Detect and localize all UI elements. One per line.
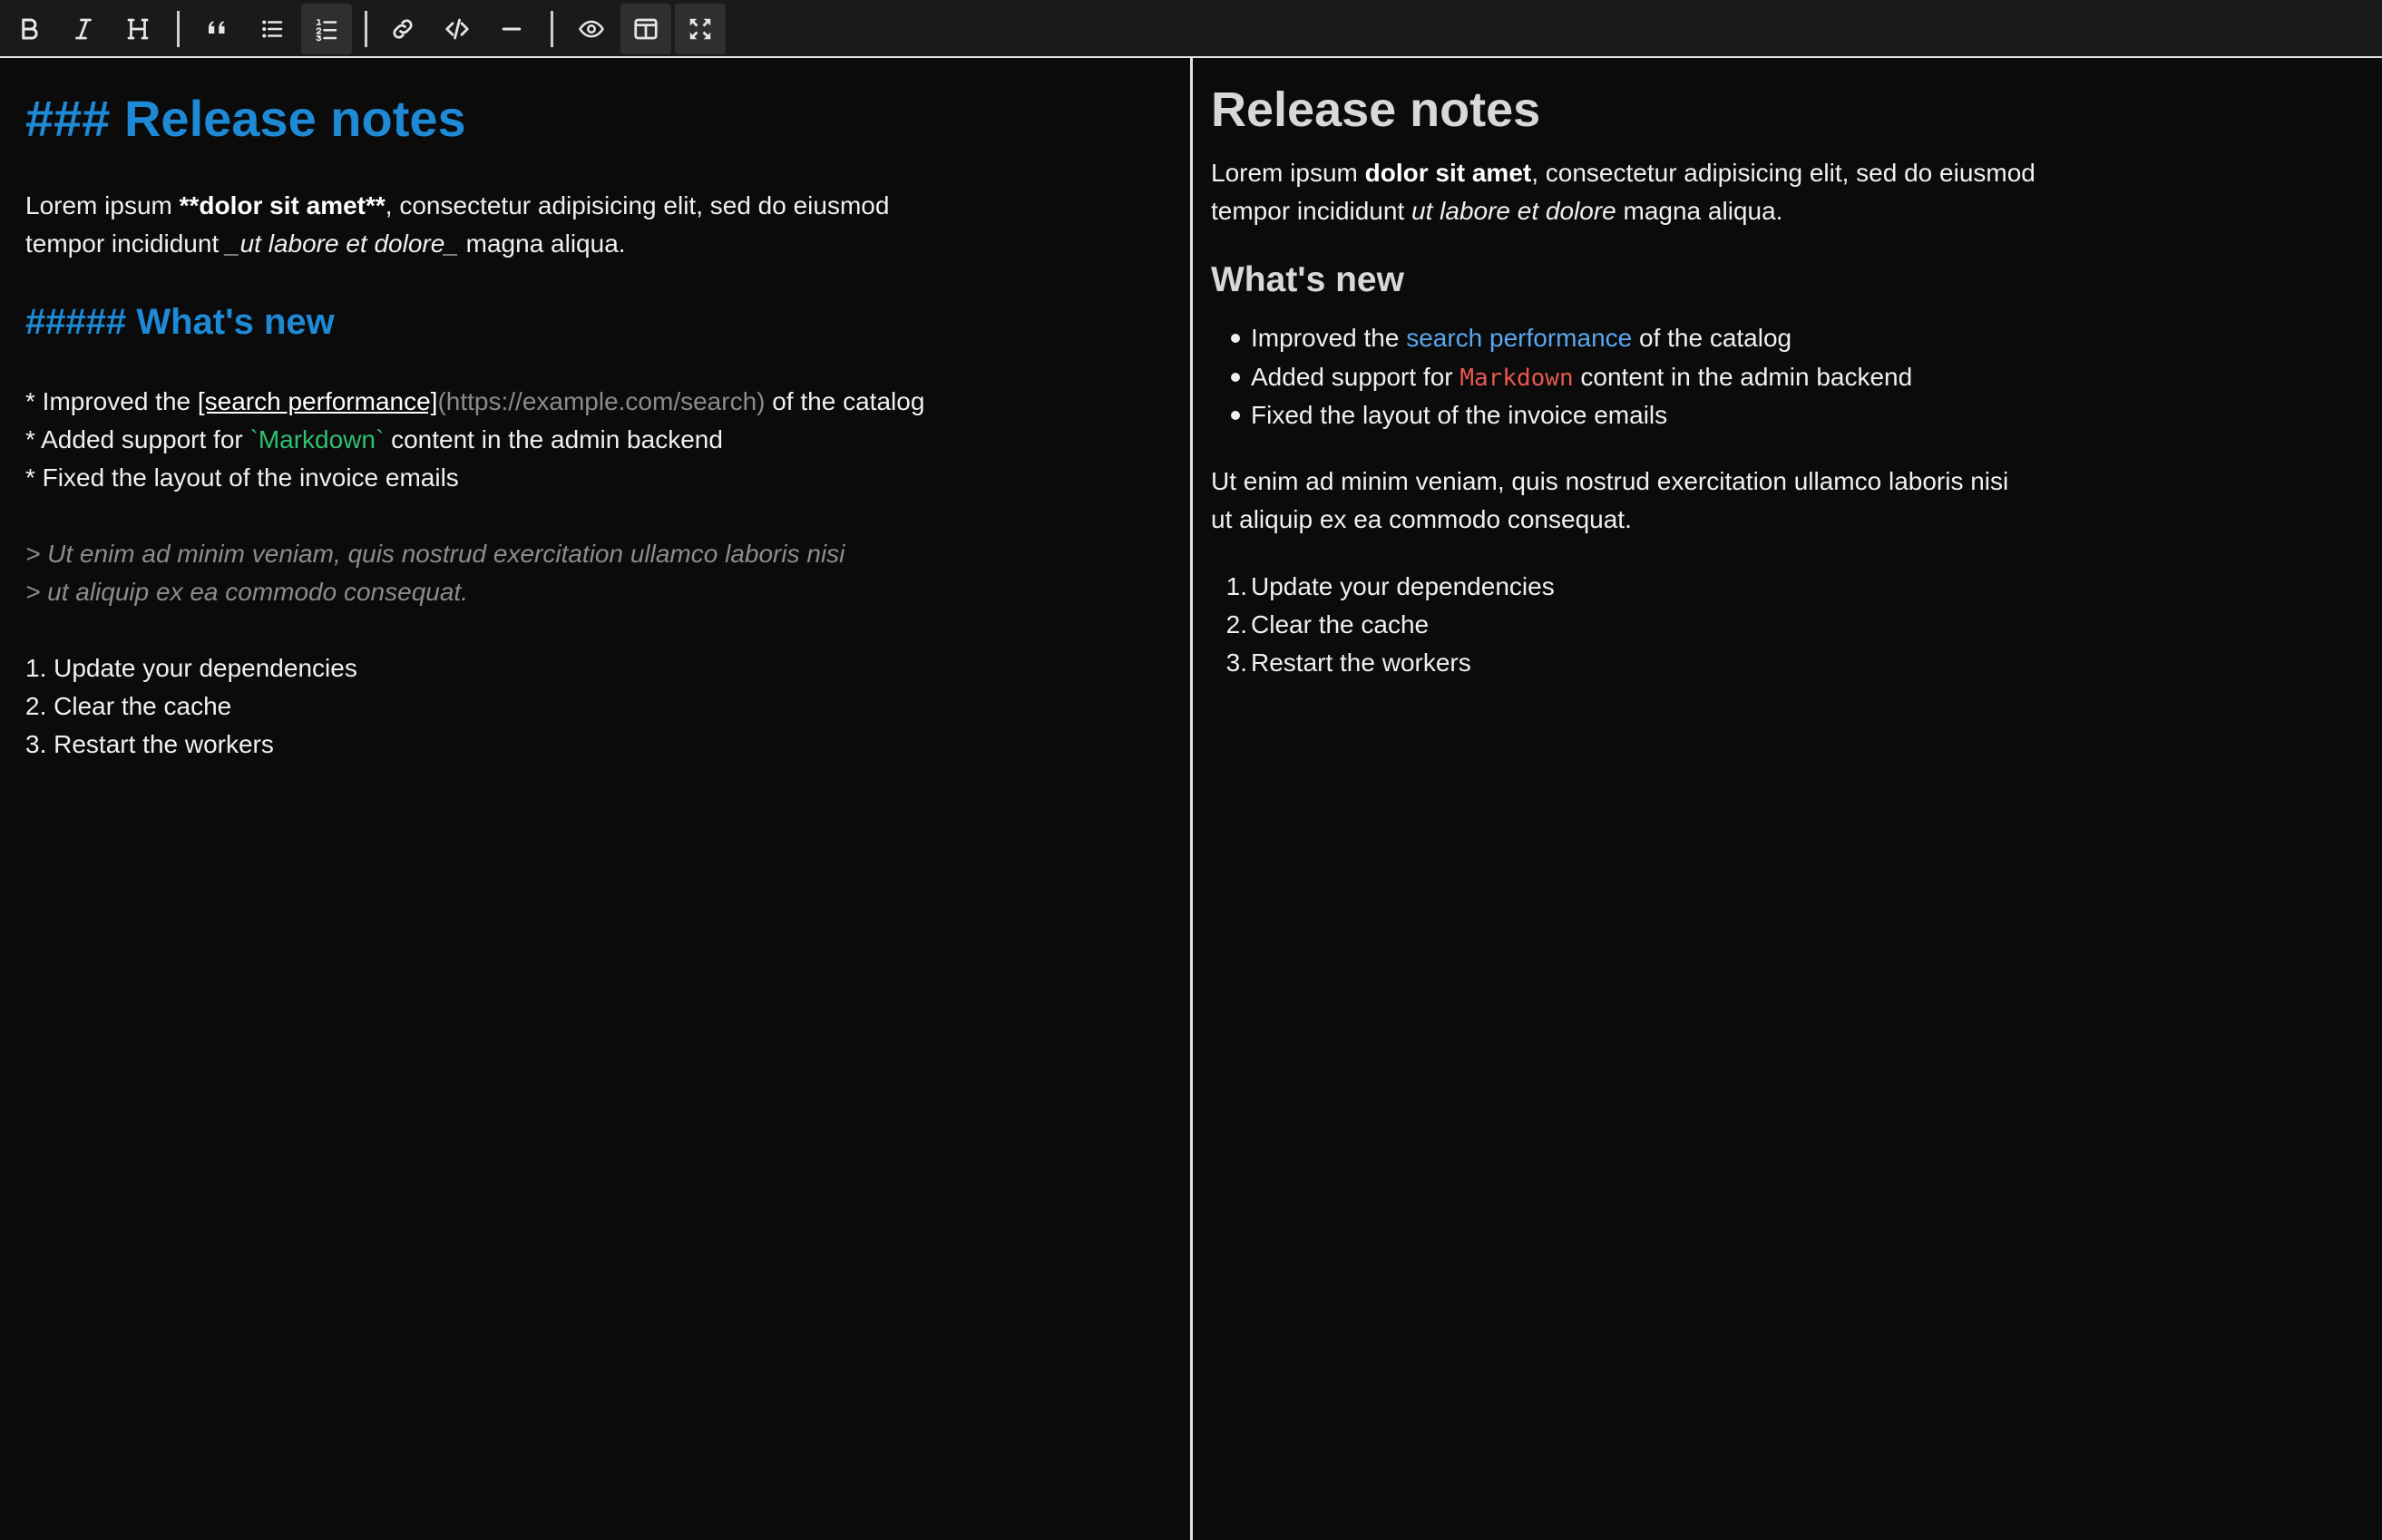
link-button[interactable] [377, 4, 428, 54]
text-run: content in the admin backend [384, 425, 723, 453]
text-run: * Added support for [25, 425, 250, 453]
italic-markup: _ut labore et dolore_ [226, 229, 459, 258]
editor-list-line[interactable]: * Added support for `Markdown` content i… [25, 421, 723, 459]
editor-subheading-line[interactable]: ##### What's new [25, 299, 335, 345]
editor-paragraph-line[interactable]: Lorem ipsum **dolor sit amet**, consecte… [25, 187, 889, 225]
text-run: of the catalog [1632, 324, 1792, 352]
text-run: magna aliqua. [458, 229, 626, 258]
preview-ordered-item: Clear the cache [1251, 610, 1430, 638]
ordered-list-button[interactable] [301, 4, 352, 54]
quote-icon [209, 21, 225, 34]
text-run: of the catalog [765, 387, 925, 415]
toolbar-separator [551, 11, 553, 47]
side-by-side-button[interactable] [620, 4, 671, 54]
text-run: content in the admin backend [1573, 363, 1913, 391]
bold-text: dolor sit amet [1364, 159, 1532, 187]
link-icon [393, 19, 413, 39]
editor-heading-line[interactable]: ### Release notes [25, 87, 466, 151]
editor-list-line[interactable]: * Fixed the layout of the invoice emails [25, 459, 459, 497]
editor-quote-line[interactable]: > Ut enim ad minim veniam, quis nostrud … [25, 535, 844, 573]
bullet-marker [1231, 334, 1240, 343]
preview-subheading: What's new [1211, 260, 1404, 299]
ordered-list-number: 1. [1225, 572, 1247, 600]
bold-icon [22, 18, 38, 40]
text-run: * Improved the [25, 387, 198, 415]
preview-heading: Release notes [1211, 83, 1541, 137]
unordered-list-icon [262, 20, 283, 38]
code-icon [445, 18, 469, 40]
search-performance-link[interactable]: search performance [1406, 324, 1632, 352]
editor-ordered-line[interactable]: 2. Clear the cache [25, 687, 231, 726]
ordered-list-number: 3. [1225, 648, 1247, 677]
text-run: , consectetur adipisicing elit, sed do e… [1531, 159, 2035, 187]
horizontal-rule-icon [502, 27, 522, 31]
fullscreen-button[interactable] [675, 4, 726, 54]
editor-ordered-line[interactable]: 3. Restart the workers [25, 726, 274, 764]
editor-list-line[interactable]: * Improved the [search performance](http… [25, 383, 924, 421]
text-run: , consectetur adipisicing elit, sed do e… [385, 191, 890, 219]
markdown-editor-pane[interactable]: ### Release notes Lorem ipsum **dolor si… [0, 58, 1190, 1540]
italic-button[interactable] [58, 4, 109, 54]
preview-ordered-item: Restart the workers [1251, 648, 1471, 677]
eye-icon [579, 20, 604, 38]
preview-list-item: Fixed the layout of the invoice emails [1251, 401, 1668, 429]
heading-icon [127, 18, 149, 40]
editor-paragraph-line[interactable]: tempor incididunt _ut labore et dolore_ … [25, 225, 626, 263]
inline-code: Markdown [1459, 365, 1574, 392]
text-run: tempor incididunt [25, 229, 227, 258]
toolbar-separator [365, 11, 367, 47]
link-url-markup: (https://example.com/search) [437, 387, 766, 415]
preview-ordered-item: Update your dependencies [1251, 572, 1555, 600]
columns-icon [634, 18, 658, 40]
preview-paragraph-line: tempor incididunt ut labore et dolore ma… [1211, 192, 1782, 230]
ordered-list-number: 2. [1225, 610, 1247, 638]
preview-quote-line: Ut enim ad minim veniam, quis nostrud ex… [1211, 467, 2009, 495]
ordered-list-icon [316, 19, 337, 42]
editor-ordered-line[interactable]: 1. Update your dependencies [25, 649, 357, 687]
preview-paragraph-line: Lorem ipsum dolor sit amet, consectetur … [1211, 154, 2035, 192]
preview-quote-line: ut aliquip ex ea commodo consequat. [1211, 505, 1632, 533]
inline-code-markup: `Markdown` [249, 425, 385, 453]
code-button[interactable] [432, 4, 483, 54]
markdown-preview-pane: Release notes Lorem ipsum dolor sit amet… [1193, 58, 2382, 1540]
toolbar-separator [177, 11, 180, 47]
text-run: Lorem ipsum [1211, 159, 1365, 187]
horizontal-rule-button[interactable] [486, 4, 537, 54]
bullet-marker [1231, 373, 1240, 382]
fullscreen-icon [689, 18, 711, 40]
bold-button[interactable] [4, 4, 54, 54]
italic-icon [75, 18, 92, 40]
preview-list-item: Improved the search performance of the c… [1251, 319, 1791, 357]
heading-button[interactable] [112, 4, 163, 54]
link-text-markup: [search performance] [197, 387, 438, 415]
italic-text: ut labore et dolore [1411, 197, 1616, 225]
text-run: magna aliqua. [1616, 197, 1783, 225]
text-run: tempor incididunt [1211, 197, 1412, 225]
preview-button[interactable] [566, 4, 617, 54]
quote-button[interactable] [192, 4, 243, 54]
text-run: Improved the [1251, 324, 1407, 352]
editor-toolbar [0, 0, 2382, 58]
text-run: Lorem ipsum [25, 191, 180, 219]
unordered-list-button[interactable] [247, 4, 298, 54]
bold-markup: **dolor sit amet** [179, 191, 386, 219]
text-run: Added support for [1251, 363, 1460, 391]
editor-quote-line[interactable]: > ut aliquip ex ea commodo consequat. [25, 573, 468, 611]
bullet-marker [1231, 411, 1240, 420]
markdown-editor-app: ### Release notes Lorem ipsum **dolor si… [0, 0, 2382, 1540]
preview-list-item: Added support for Markdown content in th… [1251, 358, 1912, 397]
